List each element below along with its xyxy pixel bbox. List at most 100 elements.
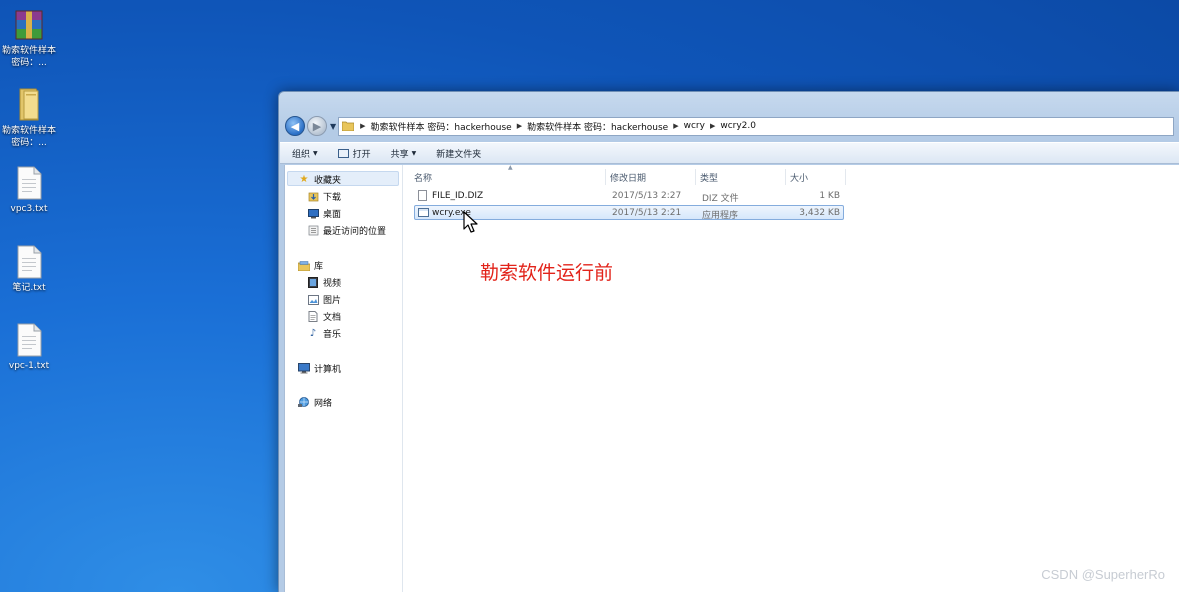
winrar-archive-icon [12,8,46,42]
watermark: CSDN @SuperherRo [1041,567,1165,582]
nav-item-libraries[interactable]: 库 [298,259,323,272]
share-button[interactable]: 共享 ▼ [391,147,417,160]
breadcrumb-item[interactable]: wcry2.0 [717,121,759,131]
nav-item-favorites[interactable]: ★ 收藏夹 [298,173,342,186]
recent-places-icon [307,225,319,236]
content-area: ★ 收藏夹 下载 桌面 最近访问的位置 库 视频 图片 文档 ♪ 音乐 计算机 … [284,164,1179,592]
arrow-right-icon: ▶ [312,119,322,133]
breadcrumb-separator-icon[interactable]: ▶ [358,122,367,130]
nav-item-label: 收藏夹 [314,176,342,186]
window-icon [337,148,349,158]
breadcrumb-separator-icon[interactable]: ▶ [671,122,680,130]
file-name: FILE_ID.DIZ [432,191,484,201]
address-row: ◀ ▶ ▼ ▶ 勒索软件样本 密码：hackerhouse ▶ 勒索软件样本 密… [285,114,1179,138]
star-icon: ★ [299,174,309,185]
nav-item-pictures[interactable]: 图片 [307,293,341,306]
command-bar: 组织 ▼ 打开 共享 ▼ 新建文件夹 [280,142,1179,164]
nav-item-label: 文档 [323,313,342,323]
library-icon [298,260,310,271]
nav-item-label: 网络 [314,399,333,409]
chevron-down-icon: ▼ [411,149,417,157]
document-icon [307,311,319,322]
back-button[interactable]: ◀ [285,116,305,136]
new-folder-button[interactable]: 新建文件夹 [436,147,481,160]
text-file-icon [14,166,44,200]
nav-item-music[interactable]: ♪ 音乐 [307,327,341,340]
file-type: 应用程序 [702,211,739,221]
desktop-icon-vpc3[interactable]: vpc3.txt [0,166,60,215]
nav-item-desktop[interactable]: 桌面 [307,207,341,220]
desktop-icon-label: 勒索软件样本 密码：... [1,126,56,148]
column-header-size[interactable]: 大小 [786,169,846,185]
desktop-icon-folder[interactable]: 勒索软件样本 密码：... [0,86,60,149]
column-header-label: 名称 [414,173,433,184]
address-bar[interactable]: ▶ 勒索软件样本 密码：hackerhouse ▶ 勒索软件样本 密码：hack… [338,116,1174,136]
download-folder-icon [307,191,319,202]
text-file-icon [14,323,44,357]
desktop-icon-archive[interactable]: 勒索软件样本 密码：... [0,8,60,69]
music-note-icon: ♪ [309,328,317,339]
nav-item-label: 最近访问的位置 [323,227,387,237]
nav-item-videos[interactable]: 视频 [307,276,341,289]
nav-item-label: 音乐 [323,330,342,340]
file-size: 3,432 KB [799,208,840,218]
breadcrumb-separator-icon[interactable]: ▶ [708,122,717,130]
column-header-modified[interactable]: 修改日期 [606,169,696,185]
nav-item-network[interactable]: 网络 [298,396,332,409]
breadcrumb-item[interactable]: wcry [681,121,708,131]
file-type: DIZ 文件 [702,194,739,204]
folder-icon [342,121,355,131]
recent-pages-dropdown[interactable]: ▼ [330,122,336,131]
folder-icon [12,86,46,122]
column-header-name[interactable]: 名称 [410,169,606,185]
chevron-down-icon: ▼ [313,149,318,157]
navigation-pane: ★ 收藏夹 下载 桌面 最近访问的位置 库 视频 图片 文档 ♪ 音乐 计算机 … [285,165,403,592]
video-icon [307,277,319,288]
forward-button[interactable]: ▶ [307,116,327,136]
nav-item-label: 下载 [323,193,342,203]
desktop-icon-label: 勒索软件样本 密码：... [1,46,56,68]
share-label: 共享 [390,149,409,160]
application-icon [418,208,429,217]
column-header-label: 类型 [700,173,719,184]
organize-label: 组织 [292,149,311,160]
network-icon [298,397,310,408]
desktop-icon [307,208,319,219]
file-size: 1 KB [819,191,840,201]
picture-icon [307,294,319,305]
file-modified: 2017/5/13 2:27 [612,191,682,201]
open-label: 打开 [352,149,371,160]
open-button[interactable]: 打开 [337,147,371,160]
nav-item-downloads[interactable]: 下载 [307,190,341,203]
column-header-type[interactable]: 类型 [696,169,786,185]
nav-item-documents[interactable]: 文档 [307,310,341,323]
desktop-icon-notes[interactable]: 笔记.txt [0,245,60,294]
nav-item-label: 库 [314,262,324,272]
file-modified: 2017/5/13 2:21 [612,208,682,218]
breadcrumb-item[interactable]: 勒索软件样本 密码：hackerhouse [524,120,671,133]
organize-button[interactable]: 组织 ▼ [292,147,318,160]
breadcrumb-item[interactable]: 勒索软件样本 密码：hackerhouse [368,120,515,133]
desktop-icon-label: vpc3.txt [10,204,48,214]
mouse-cursor-icon [463,211,478,233]
annotation-text: 勒索软件运行前 [480,262,614,284]
desktop-icon-label: vpc-1.txt [8,361,50,371]
column-header-label: 大小 [790,173,809,184]
text-file-icon [14,245,44,279]
document-file-icon [418,190,427,201]
file-list: ▲ 名称 修改日期 类型 大小 FILE_ID.DIZ 2017/5/13 2:… [404,164,1179,592]
nav-item-computer[interactable]: 计算机 [298,362,341,375]
nav-item-label: 计算机 [314,365,342,375]
file-row[interactable]: FILE_ID.DIZ 2017/5/13 2:27 DIZ 文件 1 KB [414,189,844,204]
nav-item-label: 桌面 [323,210,342,220]
desktop-icon-vpc1[interactable]: vpc-1.txt [0,323,60,372]
nav-item-label: 图片 [323,296,342,306]
new-folder-label: 新建文件夹 [436,149,482,160]
arrow-left-icon: ◀ [290,119,300,133]
breadcrumb-separator-icon[interactable]: ▶ [515,122,524,130]
explorer-window: ◀ ▶ ▼ ▶ 勒索软件样本 密码：hackerhouse ▶ 勒索软件样本 密… [278,91,1179,592]
nav-item-recent[interactable]: 最近访问的位置 [307,224,386,237]
nav-item-label: 视频 [323,279,342,289]
computer-icon [298,363,310,374]
desktop-icon-label: 笔记.txt [12,283,46,293]
